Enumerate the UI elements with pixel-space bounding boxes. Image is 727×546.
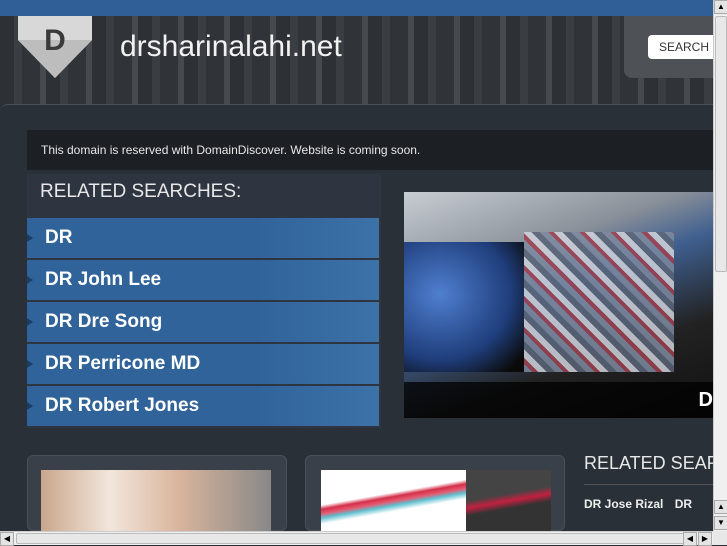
scroll-down-button[interactable]: ▼ xyxy=(714,516,727,530)
vertical-scroll-thumb[interactable] xyxy=(715,16,727,272)
thumbnail-card[interactable] xyxy=(305,455,565,532)
scroll-left-button[interactable]: ◀ xyxy=(0,532,14,546)
thumbnail-image xyxy=(466,470,551,532)
thumbnail-image xyxy=(321,470,466,532)
scroll-right-button[interactable]: ▶ xyxy=(698,532,712,546)
featured-image[interactable]: D xyxy=(404,192,713,418)
related-search-link[interactable]: DR Robert Jones xyxy=(27,386,379,426)
scrollbar-corner xyxy=(713,531,727,545)
scroll-up-button[interactable]: ▲ xyxy=(714,0,727,14)
related-search-link[interactable]: DR John Lee xyxy=(27,260,379,300)
cart-image-part xyxy=(524,232,674,372)
related-search-link[interactable]: DR xyxy=(675,497,692,511)
horizontal-scroll-thumb[interactable] xyxy=(16,533,696,544)
thumbnail-image xyxy=(41,470,271,532)
logo[interactable]: D xyxy=(18,16,92,78)
horizontal-scrollbar[interactable]: ◀ ◀ ▶ xyxy=(0,531,713,546)
related-search-link[interactable]: DR xyxy=(27,218,379,258)
scroll-left-button[interactable]: ◀ xyxy=(683,532,697,546)
related-search-link[interactable]: DR Perricone MD xyxy=(27,344,379,384)
related-searches-title: RELATED SEARCHES: xyxy=(40,181,242,202)
header xyxy=(0,16,713,106)
related-searches-panel: RELATED SEARCHES: DR DR John Lee DR Dre … xyxy=(27,174,381,428)
thumbnail-card[interactable] xyxy=(27,455,287,532)
related-searches-secondary: RELATED SEARCHES DR Jose Rizal DR xyxy=(584,453,713,511)
vertical-scrollbar[interactable]: ▲ ▲ ▼ xyxy=(713,0,727,531)
top-bar xyxy=(0,0,713,16)
domain-notice: This domain is reserved with DomainDisco… xyxy=(27,130,713,170)
site-title: drsharinalahi.net xyxy=(120,30,342,63)
search-button[interactable]: SEARCH xyxy=(648,35,713,59)
related-search-link[interactable]: DR Jose Rizal xyxy=(584,497,663,511)
related-searches-secondary-title: RELATED SEARCHES xyxy=(584,453,713,485)
car-image-part xyxy=(404,242,524,372)
related-search-link[interactable]: DR Dre Song xyxy=(27,302,379,342)
featured-caption: D xyxy=(404,382,713,418)
scroll-up-button[interactable]: ▲ xyxy=(714,500,727,514)
logo-letter: D xyxy=(44,24,66,57)
